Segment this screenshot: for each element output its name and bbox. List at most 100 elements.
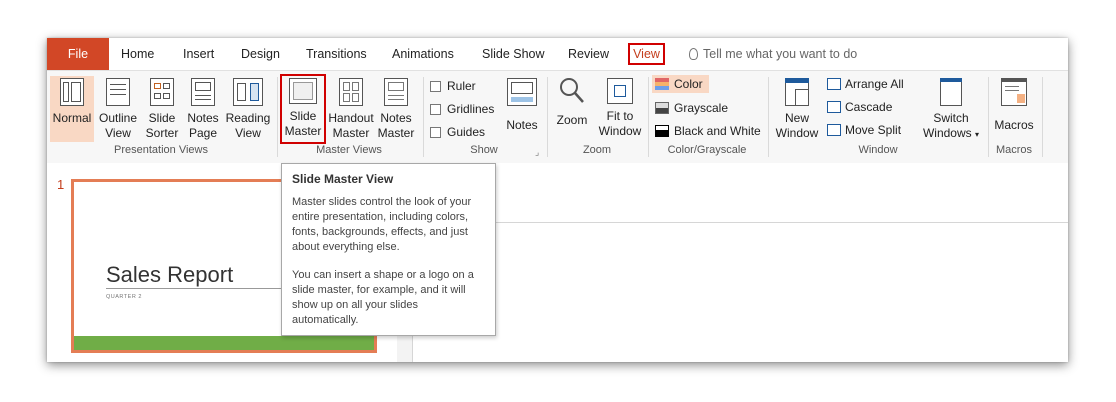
grayscale-swatch-icon [655,102,669,114]
cascade-icon [827,101,841,113]
title-underline [106,288,286,289]
notes-page-button[interactable]: Notes Page [184,76,222,142]
black-white-swatch-icon [655,125,669,137]
tab-view[interactable]: View [628,43,665,65]
fit-to-window-icon [607,78,633,104]
lightbulb-icon [689,48,698,60]
color-grayscale-group-label: Color/Grayscale [667,144,747,156]
move-split-label: Move Split [845,123,902,137]
slide-subtitle: QUARTER 2 [106,294,142,300]
reading-view-button[interactable]: Reading View [224,76,272,142]
normal-view-icon [60,78,84,106]
magnifier-icon [560,78,584,103]
slide-master-highlight [280,74,326,144]
presentation-views-group-label: Presentation Views [114,144,208,156]
reading-view-label-2: View [235,126,261,140]
workspace: 1 Sales Report QUARTER 2 [47,163,1068,362]
dialog-launcher-icon[interactable]: ⌟ [535,147,539,158]
gridlines-checkbox[interactable]: Gridlines [430,102,494,116]
arrange-all-button[interactable]: Arrange All [827,77,904,91]
handout-master-label-2: Master [332,126,370,140]
tell-me-search[interactable]: Tell me what you want to do [689,47,857,61]
notes-master-button[interactable]: Notes Master [376,76,416,142]
handout-master-button[interactable]: Handout Master [328,76,374,142]
notes-master-icon [384,78,408,106]
macros-button[interactable]: Macros [992,76,1036,142]
notes-page-icon [191,78,215,106]
notes-page-label-2: Page [188,126,217,140]
cascade-button[interactable]: Cascade [827,100,892,114]
cascade-label: Cascade [845,100,893,114]
slide-sorter-label-2: Sorter [145,126,179,140]
outline-view-label-2: View [105,126,131,140]
ruler-label: Ruler [447,79,476,93]
fit-to-window-button[interactable]: Fit to Window [595,76,645,142]
normal-view-button[interactable]: Normal [50,76,94,142]
tooltip-paragraph-1: Master slides control the look of your e… [292,196,472,253]
gridlines-label: Gridlines [447,102,495,116]
color-button[interactable]: Color [652,75,709,93]
new-window-icon [785,78,809,106]
notes-master-label-2: Master [377,126,415,140]
color-swatch-icon [655,78,669,90]
ribbon-tab-bar: File Home Insert Design Transitions Anim… [47,38,1068,70]
guides-checkbox[interactable]: Guides [430,125,485,139]
handout-master-label-1: Handout [328,111,374,125]
tab-home[interactable]: Home [121,47,154,61]
tab-file[interactable]: File [47,38,109,70]
outline-view-icon [106,78,130,106]
slide-sorter-label-1: Slide [148,111,176,125]
reading-view-label-1: Reading [225,111,271,125]
new-window-button[interactable]: New Window [774,76,820,142]
zoom-label: Zoom [556,113,588,127]
switch-windows-icon [940,78,962,106]
tab-transitions[interactable]: Transitions [306,47,367,61]
outline-view-button[interactable]: Outline View [96,76,140,142]
tab-review[interactable]: Review [568,47,609,61]
notes-icon [507,78,537,106]
slide-title: Sales Report [106,262,234,287]
notes-page-label-1: Notes [187,111,219,125]
tab-insert[interactable]: Insert [183,47,214,61]
slide-edge [413,222,1068,223]
zoom-group-label: Zoom [582,144,612,156]
checkbox-icon [430,126,441,138]
fit-label-1: Fit to [606,109,634,123]
master-views-group-label: Master Views [316,144,382,156]
black-and-white-button[interactable]: Black and White [655,124,761,138]
slide-sorter-icon [150,78,174,106]
slide-footer-bar [74,336,374,350]
notes-button[interactable]: Notes [502,76,542,142]
show-group-label: Show [470,144,498,156]
slide-sorter-button[interactable]: Slide Sorter [142,76,182,142]
color-label: Color [674,77,703,91]
move-split-icon [827,124,841,136]
group-separator [1042,77,1043,157]
slide-edit-area[interactable] [413,163,1068,362]
tab-slide-show[interactable]: Slide Show [482,47,545,61]
grayscale-button[interactable]: Grayscale [655,101,728,115]
zoom-button[interactable]: Zoom [552,76,592,142]
guides-label: Guides [447,125,486,139]
tab-animations[interactable]: Animations [392,47,454,61]
switch-windows-button[interactable]: Switch Windows ▾ [921,76,981,142]
grayscale-label: Grayscale [674,101,729,115]
tooltip-title: Slide Master View [292,172,394,186]
window-group-label: Window [858,144,898,156]
tell-me-text: Tell me what you want to do [703,47,858,61]
fit-label-2: Window [598,124,642,138]
arrange-all-label: Arrange All [845,77,904,91]
notes-master-label-1: Notes [380,111,412,125]
handout-master-icon [339,78,363,106]
arrange-all-icon [827,78,841,90]
chevron-down-icon: ▾ [975,130,980,139]
ruler-checkbox[interactable]: Ruler [430,79,476,93]
checkbox-icon [430,103,441,115]
macros-label: Macros [994,118,1034,132]
macros-icon [1001,78,1027,106]
tab-design[interactable]: Design [241,47,280,61]
black-white-label: Black and White [674,124,761,138]
move-split-button[interactable]: Move Split [827,123,901,137]
switch-windows-label-1: Switch [933,111,969,125]
macros-group-label: Macros [995,144,1033,156]
